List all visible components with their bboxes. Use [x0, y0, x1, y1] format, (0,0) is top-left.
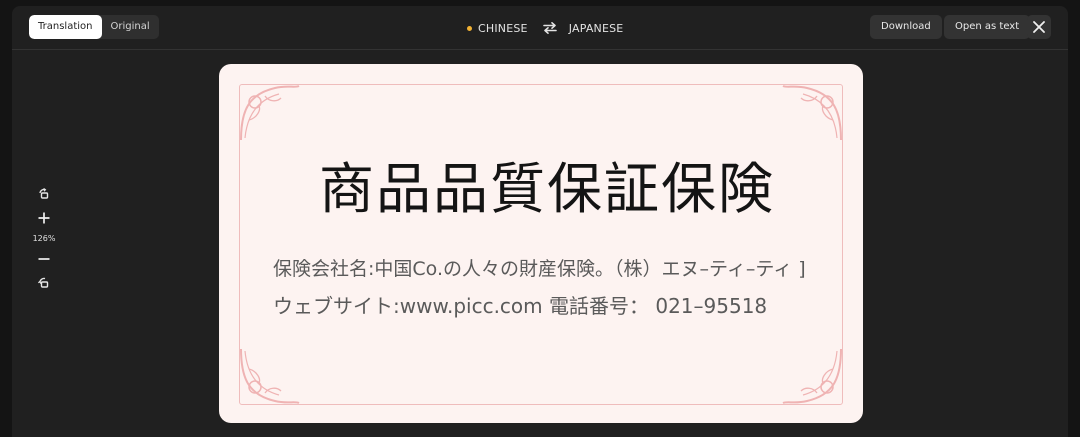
language-pair: CHINESE JAPANESE — [467, 19, 623, 37]
corner-ornament-icon — [782, 348, 842, 404]
plus-icon — [38, 212, 50, 224]
corner-ornament-icon — [240, 348, 300, 404]
minus-icon — [38, 258, 50, 260]
insurer-name-line: 保険会社名:中国Co.の人々の財産保険。（株）エヌ–ティ–ティ ] — [273, 258, 806, 280]
swap-languages-icon[interactable] — [542, 22, 557, 34]
corner-ornament-icon — [782, 85, 842, 141]
document-border — [239, 84, 843, 405]
source-language-dot — [467, 25, 472, 31]
close-button[interactable] — [1027, 15, 1051, 39]
rotate-left-button[interactable] — [38, 182, 50, 206]
open-as-text-button[interactable]: Open as text — [944, 15, 1031, 39]
zoom-in-button[interactable] — [38, 206, 50, 230]
rotate-right-icon — [38, 277, 49, 288]
top-toolbar: Translation Original CHINESE JAPANESE Do… — [12, 6, 1068, 50]
view-mode-toggle: Translation Original — [29, 15, 159, 39]
tab-translation[interactable]: Translation — [29, 15, 102, 39]
zoom-out-button[interactable] — [38, 247, 50, 271]
rotate-right-button[interactable] — [38, 271, 50, 295]
source-language[interactable]: CHINESE — [478, 22, 528, 35]
download-button[interactable]: Download — [870, 15, 942, 39]
tab-original[interactable]: Original — [102, 15, 159, 39]
translation-viewer: Translation Original CHINESE JAPANESE Do… — [12, 6, 1068, 437]
website-phone-line: ウェブサイト:www.picc.com 電話番号： 021–95518 — [273, 294, 768, 318]
document-title: 商品品質保証保険 — [319, 157, 776, 221]
zoom-level: 126% — [32, 234, 56, 243]
zoom-controls: 126% — [30, 182, 58, 302]
corner-ornament-icon — [240, 85, 300, 141]
close-icon — [1033, 21, 1045, 33]
document-preview: 商品品質保証保険 保険会社名:中国Co.の人々の財産保険。（株）エヌ–ティ–ティ… — [219, 64, 863, 423]
rotate-left-icon — [39, 188, 49, 199]
target-language[interactable]: JAPANESE — [569, 22, 624, 35]
